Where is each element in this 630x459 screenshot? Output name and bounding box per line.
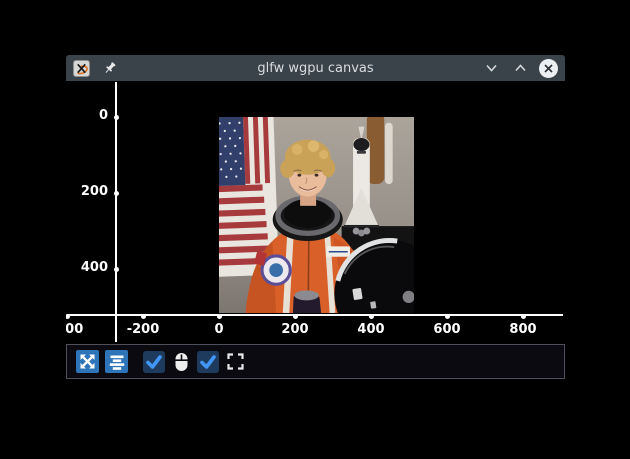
autoscale-button[interactable] bbox=[76, 350, 99, 373]
close-icon bbox=[543, 63, 554, 74]
y-tick-dot bbox=[114, 115, 119, 120]
x-tick-label: -200 bbox=[127, 322, 160, 337]
app-icon bbox=[73, 60, 90, 77]
y-tick-label: 0 bbox=[66, 108, 108, 123]
y-axis-line bbox=[115, 82, 117, 342]
astronaut-portrait-image[interactable] bbox=[219, 117, 414, 313]
x-tick-label: 0 bbox=[214, 322, 223, 337]
checkmark-icon bbox=[199, 353, 217, 371]
x-tick-dot bbox=[141, 314, 146, 319]
titlebar[interactable]: glfw wgpu canvas bbox=[66, 55, 565, 81]
x-tick-label: -400 bbox=[66, 322, 83, 337]
checkmark-icon bbox=[145, 353, 163, 371]
center-scene-button[interactable] bbox=[105, 350, 128, 373]
y-tick-dot bbox=[114, 191, 119, 196]
align-center-icon bbox=[109, 354, 125, 370]
maintain-aspect-checkbox[interactable] bbox=[197, 351, 219, 373]
x-tick-label: 800 bbox=[509, 322, 536, 337]
desktop-background: glfw wgpu canvas bbox=[0, 0, 630, 459]
x-tick-dot bbox=[217, 314, 222, 319]
chevron-down-icon bbox=[484, 62, 499, 74]
imgui-toolbar bbox=[66, 344, 565, 379]
minimize-button[interactable] bbox=[481, 58, 501, 78]
close-button[interactable] bbox=[539, 59, 558, 78]
y-tick-dot bbox=[114, 267, 119, 272]
y-tick-label: 200 bbox=[66, 184, 108, 199]
plot-canvas[interactable]: -400 -200 0 200 400 600 800 0 200 400 bbox=[66, 81, 565, 344]
panzoom-checkbox[interactable] bbox=[143, 351, 165, 373]
x-tick-dot bbox=[521, 314, 526, 319]
maximize-button[interactable] bbox=[510, 58, 530, 78]
mouse-icon bbox=[171, 350, 191, 373]
app-window: glfw wgpu canvas bbox=[66, 55, 565, 379]
x-tick-dot bbox=[66, 314, 70, 319]
x-tick-label: 600 bbox=[433, 322, 460, 337]
y-tick-label: 400 bbox=[66, 260, 108, 275]
wgpu-app-icon bbox=[74, 61, 89, 76]
x-tick-dot bbox=[369, 314, 374, 319]
pin-icon[interactable] bbox=[103, 61, 117, 75]
x-tick-label: 400 bbox=[357, 322, 384, 337]
x-tick-dot bbox=[293, 314, 298, 319]
fullscreen-icon[interactable] bbox=[225, 350, 245, 373]
x-tick-dot bbox=[445, 314, 450, 319]
chevron-up-icon bbox=[513, 62, 528, 74]
titlebar-controls bbox=[481, 58, 558, 78]
expand-arrows-icon bbox=[80, 354, 95, 369]
x-tick-label: 200 bbox=[281, 322, 308, 337]
